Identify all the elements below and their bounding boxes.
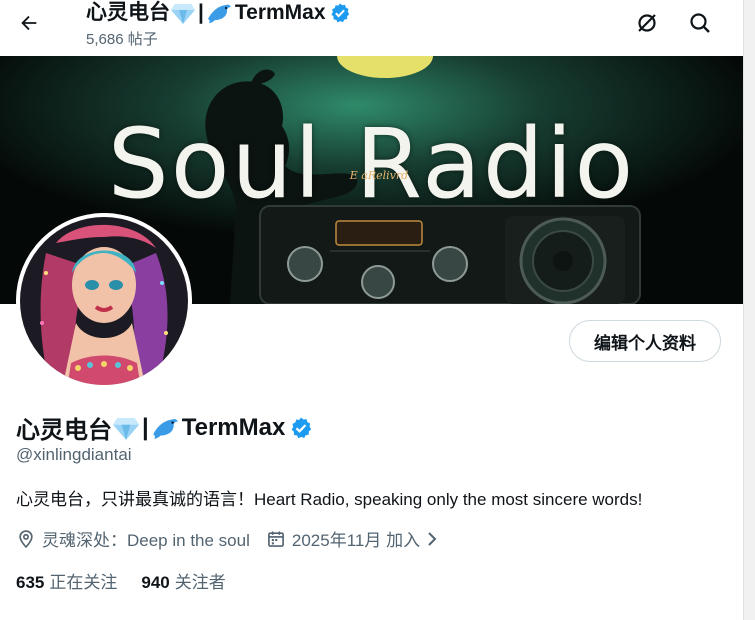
profile-bio: 心灵电台，只讲最真诚的语言！Heart Radio, speaking only… bbox=[16, 490, 643, 509]
profile-name-brand: TermMax bbox=[181, 413, 286, 441]
dolphin-icon bbox=[207, 4, 231, 23]
header-title-separator: | bbox=[198, 1, 204, 24]
banner-text: Soul Radio bbox=[107, 108, 636, 220]
location-text: 灵魂深处：Deep in the soul bbox=[42, 531, 250, 550]
following-count: 635 bbox=[16, 573, 45, 592]
post-count: 5,686 帖子 bbox=[86, 31, 158, 48]
followers-link[interactable]: 940 关注者 bbox=[141, 568, 225, 593]
following-link[interactable]: 635 正在关注 bbox=[16, 568, 117, 593]
search-button[interactable] bbox=[685, 8, 715, 38]
dolphin-icon bbox=[152, 418, 178, 439]
page-scrollbar[interactable] bbox=[743, 0, 755, 620]
edit-profile-button[interactable]: 编辑个人资料 bbox=[569, 320, 721, 362]
grok-button[interactable] bbox=[632, 8, 662, 38]
avatar-image bbox=[16, 213, 192, 389]
following-label: 正在关注 bbox=[49, 573, 118, 592]
followers-label: 关注者 bbox=[174, 573, 226, 592]
calendar-icon bbox=[267, 531, 284, 547]
back-button[interactable] bbox=[14, 8, 44, 38]
verified-badge-icon[interactable] bbox=[289, 416, 313, 440]
radio-label: E aRelivrd bbox=[349, 169, 409, 182]
top-bar: 心灵电台 | TermMax 5,686 帖子 bbox=[0, 0, 743, 56]
header-title: 心灵电台 | TermMax bbox=[86, 0, 351, 25]
joined-item[interactable]: 2025年11月 加入 bbox=[266, 526, 440, 551]
arrow-left-icon bbox=[21, 15, 37, 31]
profile-name: 心灵电台 | TermMax bbox=[16, 410, 313, 445]
gem-icon bbox=[171, 3, 195, 24]
profile-handle: @xinlingdiantai bbox=[16, 445, 132, 464]
grok-icon bbox=[638, 14, 656, 32]
gem-icon bbox=[113, 417, 139, 440]
header-title-block: 心灵电台 | TermMax 5,686 帖子 bbox=[86, 0, 351, 49]
joined-text: 2025年11月 加入 bbox=[291, 531, 421, 550]
profile-meta: 灵魂深处：Deep in the soul 2025年11月 加入 bbox=[16, 526, 440, 551]
profile-stats: 635 正在关注 940 关注者 bbox=[16, 568, 250, 593]
search-icon bbox=[690, 13, 710, 33]
header-title-text: 心灵电台 bbox=[86, 1, 170, 24]
followers-count: 940 bbox=[141, 573, 170, 592]
header-title-brand: TermMax bbox=[234, 1, 326, 24]
location-item: 灵魂深处：Deep in the soul bbox=[16, 526, 250, 551]
profile-name-text: 心灵电台 bbox=[16, 417, 112, 444]
profile-name-separator: | bbox=[142, 413, 149, 441]
location-pin-icon bbox=[19, 529, 33, 548]
profile-avatar[interactable] bbox=[16, 213, 192, 389]
chevron-right-icon bbox=[428, 531, 437, 546]
verified-badge-icon bbox=[330, 2, 349, 22]
